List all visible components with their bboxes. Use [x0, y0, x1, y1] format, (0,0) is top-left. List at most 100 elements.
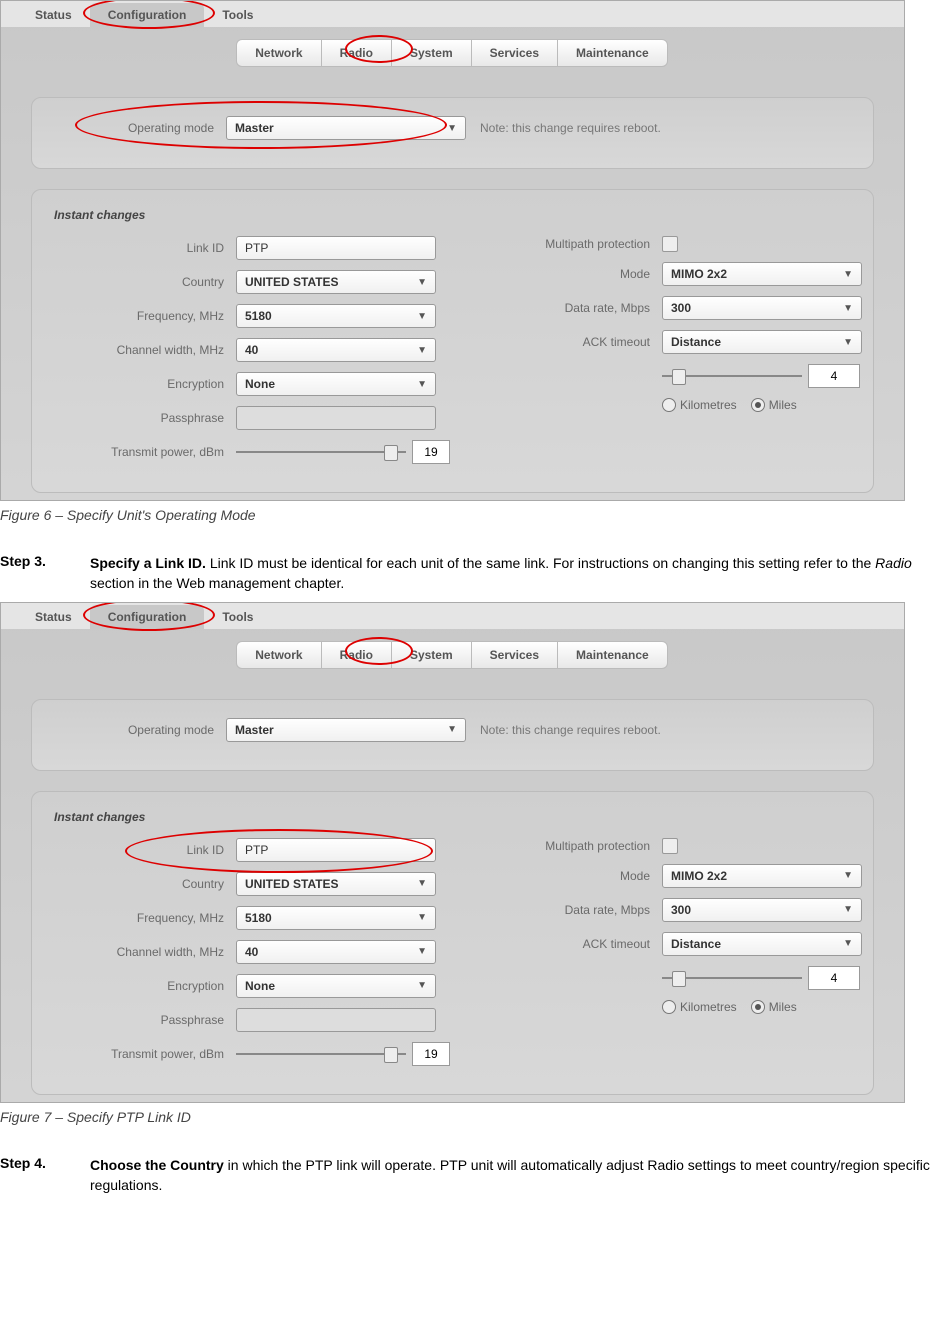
link-id-input[interactable]: PTP [236, 838, 436, 862]
link-id-value: PTP [245, 241, 268, 255]
encryption-value: None [245, 377, 275, 391]
data-rate-select[interactable]: 300▼ [662, 898, 862, 922]
panel-instant-changes: Instant changes Link ID PTP Country UNIT… [31, 189, 874, 493]
radio-kilometres[interactable] [662, 1000, 676, 1014]
frequency-select[interactable]: 5180▼ [236, 304, 436, 328]
multipath-checkbox[interactable] [662, 236, 678, 252]
mode-select[interactable]: MIMO 2x2▼ [662, 864, 862, 888]
subtab-radio[interactable]: Radio [321, 641, 392, 669]
caret-down-icon: ▼ [417, 379, 427, 390]
country-select[interactable]: UNITED STATES▼ [236, 872, 436, 896]
mode-value: MIMO 2x2 [671, 267, 727, 281]
panel-operating-mode: Operating mode Master ▼ Note: this chang… [31, 699, 874, 771]
encryption-label: Encryption [64, 979, 236, 993]
tx-power-slider[interactable] [236, 442, 406, 462]
channel-width-select[interactable]: 40▼ [236, 338, 436, 362]
slider-thumb[interactable] [384, 1047, 398, 1063]
radio-miles[interactable] [751, 1000, 765, 1014]
kilometres-label: Kilometres [680, 1000, 737, 1014]
subtab-radio[interactable]: Radio [321, 39, 392, 67]
passphrase-input[interactable] [236, 1008, 436, 1032]
caret-down-icon: ▼ [417, 980, 427, 991]
slider-thumb[interactable] [672, 971, 686, 987]
channel-width-select[interactable]: 40▼ [236, 940, 436, 964]
subtab-system[interactable]: System [391, 39, 472, 67]
tab-configuration[interactable]: Configuration [90, 605, 205, 629]
frequency-select[interactable]: 5180▼ [236, 906, 436, 930]
operating-mode-value: Master [235, 121, 274, 135]
passphrase-label: Passphrase [64, 1013, 236, 1027]
channel-width-value: 40 [245, 945, 258, 959]
sub-tabs: Network Radio System Services Maintenanc… [1, 27, 904, 67]
frequency-value: 5180 [245, 911, 272, 925]
multipath-label: Multipath protection [490, 839, 662, 853]
link-id-label: Link ID [64, 241, 236, 255]
link-id-label: Link ID [64, 843, 236, 857]
encryption-select[interactable]: None ▼ [236, 974, 436, 998]
channel-width-label: Channel width, MHz [64, 343, 236, 357]
tx-power-slider[interactable] [236, 1044, 406, 1064]
step3-text2: section in the Web management chapter. [90, 575, 344, 591]
reboot-note: Note: this change requires reboot. [480, 723, 661, 737]
caret-down-icon: ▼ [843, 904, 853, 915]
subtab-maintenance[interactable]: Maintenance [557, 39, 668, 67]
subtab-maintenance[interactable]: Maintenance [557, 641, 668, 669]
mode-select[interactable]: MIMO 2x2 ▼ [662, 262, 862, 286]
caret-down-icon: ▼ [417, 345, 427, 356]
country-label: Country [64, 877, 236, 891]
operating-mode-select[interactable]: Master ▼ [226, 116, 466, 140]
step4: Step 4. Choose the Country in which the … [0, 1155, 934, 1196]
slider-thumb[interactable] [384, 445, 398, 461]
operating-mode-value: Master [235, 723, 274, 737]
data-rate-label: Data rate, Mbps [490, 903, 662, 917]
subtab-services[interactable]: Services [471, 641, 558, 669]
tx-power-value[interactable]: 19 [412, 1042, 450, 1066]
subtab-network[interactable]: Network [236, 39, 321, 67]
tab-configuration[interactable]: Configuration [90, 3, 205, 27]
caret-down-icon: ▼ [843, 303, 853, 314]
slider-thumb[interactable] [672, 369, 686, 385]
link-id-input[interactable]: PTP [236, 236, 436, 260]
country-value: UNITED STATES [245, 275, 339, 289]
panel-operating-mode: Operating mode Master ▼ Note: this chang… [31, 97, 874, 169]
figure6-screenshot: Status Configuration Tools Network Radio… [0, 0, 905, 501]
passphrase-input[interactable] [236, 406, 436, 430]
caret-down-icon: ▼ [447, 123, 457, 134]
caret-down-icon: ▼ [843, 269, 853, 280]
operating-mode-select[interactable]: Master ▼ [226, 718, 466, 742]
channel-width-label: Channel width, MHz [64, 945, 236, 959]
step3: Step 3. Specify a Link ID. Link ID must … [0, 553, 934, 594]
radio-miles[interactable] [751, 398, 765, 412]
distance-value[interactable]: 4 [808, 364, 860, 388]
data-rate-select[interactable]: 300▼ [662, 296, 862, 320]
step3-text1: Link ID must be identical for each unit … [206, 555, 875, 571]
step4-bold: Choose the Country [90, 1157, 224, 1173]
encryption-select[interactable]: None ▼ [236, 372, 436, 396]
ack-timeout-select[interactable]: Distance▼ [662, 330, 862, 354]
ack-timeout-value: Distance [671, 937, 721, 951]
tab-tools[interactable]: Tools [204, 3, 271, 27]
tab-status[interactable]: Status [17, 3, 90, 27]
miles-label: Miles [769, 1000, 797, 1014]
distance-slider[interactable] [662, 968, 802, 988]
subtab-network[interactable]: Network [236, 641, 321, 669]
multipath-checkbox[interactable] [662, 838, 678, 854]
subtab-services[interactable]: Services [471, 39, 558, 67]
miles-label: Miles [769, 398, 797, 412]
instant-changes-title: Instant changes [54, 810, 851, 824]
encryption-value: None [245, 979, 275, 993]
ack-timeout-select[interactable]: Distance▼ [662, 932, 862, 956]
country-select[interactable]: UNITED STATES▼ [236, 270, 436, 294]
frequency-label: Frequency, MHz [64, 911, 236, 925]
tab-status[interactable]: Status [17, 605, 90, 629]
figure6-caption: Figure 6 – Specify Unit's Operating Mode [0, 507, 934, 523]
mode-label: Mode [490, 869, 662, 883]
tx-power-value[interactable]: 19 [412, 440, 450, 464]
distance-slider[interactable] [662, 366, 802, 386]
tab-tools[interactable]: Tools [204, 605, 271, 629]
caret-down-icon: ▼ [843, 337, 853, 348]
subtab-system[interactable]: System [391, 641, 472, 669]
radio-kilometres[interactable] [662, 398, 676, 412]
distance-value[interactable]: 4 [808, 966, 860, 990]
caret-down-icon: ▼ [417, 311, 427, 322]
